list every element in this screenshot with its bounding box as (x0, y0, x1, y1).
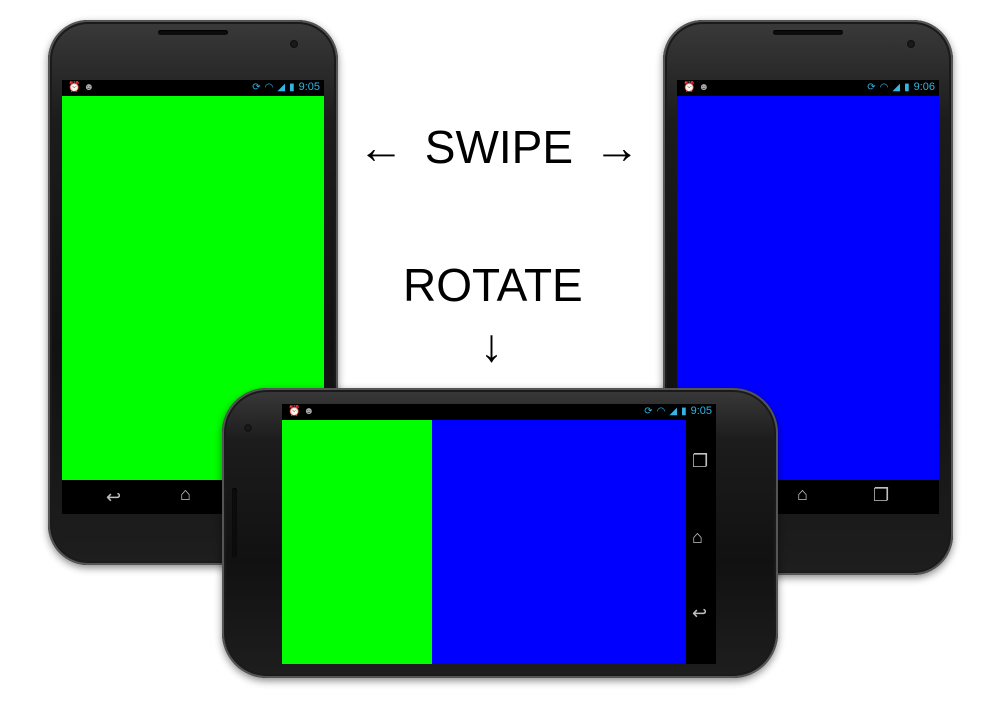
battery-icon: ▮ (289, 81, 295, 93)
alarm-icon: ⏰ (68, 82, 84, 93)
signal-icon: ◢ (277, 81, 286, 93)
wifi-icon: ◠ (264, 81, 274, 93)
status-bar: ⏰☻ ⟳ ◠ ◢ ▮ 9:05 (282, 404, 716, 420)
swipe-right-arrow: → (593, 121, 640, 173)
rotate-label: ROTATE (403, 259, 583, 311)
sync-icon: ⟳ (867, 81, 876, 93)
status-left-icons: ⏰☻ (683, 82, 712, 93)
status-left-icons: ⏰☻ (68, 82, 97, 93)
android-icon: ☻ (698, 82, 712, 93)
android-icon: ☻ (303, 406, 317, 417)
swipe-label: SWIPE (424, 121, 574, 173)
recents-icon[interactable]: ❐ (873, 486, 889, 504)
home-icon[interactable]: ⌂ (180, 485, 191, 503)
status-right-icons: ⟳ ◠ ◢ ▮ 9:05 (252, 81, 320, 93)
status-bar: ⏰☻ ⟳ ◠ ◢ ▮ 9:06 (677, 80, 939, 96)
landscape-screen: ⏰☻ ⟳ ◠ ◢ ▮ 9:05 ❐ ⌂ ↩ (282, 404, 716, 664)
status-time: 9:05 (690, 405, 712, 417)
earpiece-speaker (232, 488, 237, 558)
status-right-icons: ⟳ ◠ ◢ ▮ 9:05 (644, 405, 712, 417)
app-content-blue[interactable] (432, 420, 686, 664)
wifi-icon: ◠ (879, 81, 889, 93)
status-right-icons: ⟳ ◠ ◢ ▮ 9:06 (867, 81, 935, 93)
recents-icon[interactable]: ❐ (692, 452, 708, 470)
back-icon[interactable]: ↩ (692, 604, 707, 622)
battery-icon: ▮ (681, 405, 687, 417)
landscape-phone: ⏰☻ ⟳ ◠ ◢ ▮ 9:05 ❐ ⌂ ↩ (222, 388, 778, 678)
home-icon[interactable]: ⌂ (797, 485, 808, 503)
back-icon[interactable]: ↩ (106, 488, 121, 506)
rotate-arrow: ↓ (480, 319, 503, 371)
alarm-icon: ⏰ (288, 406, 304, 417)
sync-icon: ⟳ (252, 81, 261, 93)
swipe-left-arrow: ← (358, 121, 404, 173)
alarm-icon: ⏰ (683, 82, 699, 93)
front-camera (290, 40, 298, 48)
nav-bar: ❐ ⌂ ↩ (686, 420, 716, 664)
earpiece-speaker (773, 30, 843, 35)
front-camera (907, 40, 915, 48)
swipe-caption: ← SWIPE → (358, 120, 640, 174)
app-content-green[interactable] (282, 420, 432, 664)
home-icon[interactable]: ⌂ (692, 528, 703, 546)
android-icon: ☻ (83, 82, 97, 93)
status-time: 9:05 (298, 81, 320, 93)
earpiece-speaker (158, 30, 228, 35)
signal-icon: ◢ (892, 81, 901, 93)
status-time: 9:06 (913, 81, 935, 93)
battery-icon: ▮ (904, 81, 910, 93)
status-left-icons: ⏰☻ (288, 406, 317, 417)
status-bar: ⏰☻ ⟳ ◠ ◢ ▮ 9:05 (62, 80, 324, 96)
front-camera (244, 424, 252, 432)
sync-icon: ⟳ (644, 405, 653, 417)
signal-icon: ◢ (669, 405, 678, 417)
wifi-icon: ◠ (656, 405, 666, 417)
